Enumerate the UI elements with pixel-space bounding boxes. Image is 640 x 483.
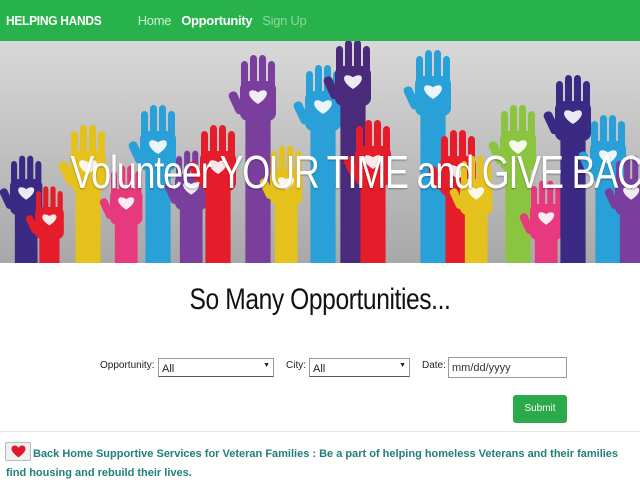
section-title: So Many Opportunities... [189, 283, 451, 316]
hero-banner: Volunteer YOUR TIME and GIVE BACK ! [0, 41, 640, 263]
nav-link-sign-up[interactable]: Sign Up [262, 13, 306, 28]
nav-link-opportunity[interactable]: Opportunity [181, 13, 252, 28]
brand-logo[interactable]: HELPING HANDS [6, 13, 102, 28]
city-label: City: [286, 360, 306, 371]
city-select[interactable]: All ▼ [309, 358, 410, 377]
dropdown-arrow-icon: ▼ [263, 362, 270, 369]
top-navbar: HELPING HANDS Home Opportunity Sign Up [0, 0, 640, 41]
hero-title: Volunteer YOUR TIME and GIVE BACK ! [70, 146, 640, 198]
divider [0, 431, 640, 432]
opportunity-select-value: All [162, 363, 175, 375]
date-input[interactable]: mm/dd/yyyy [448, 357, 567, 378]
opportunity-label: Opportunity: [100, 360, 155, 371]
submit-button[interactable]: Submit [513, 395, 567, 423]
opportunity-select[interactable]: All ▼ [158, 358, 274, 377]
dropdown-arrow-icon: ▼ [399, 362, 406, 369]
date-label: Date: [422, 360, 446, 371]
opportunity-listing-link[interactable]: Back Home Supportive Services for Vetera… [6, 445, 626, 483]
nav-link-home[interactable]: Home [138, 13, 172, 28]
city-select-value: All [313, 363, 326, 375]
